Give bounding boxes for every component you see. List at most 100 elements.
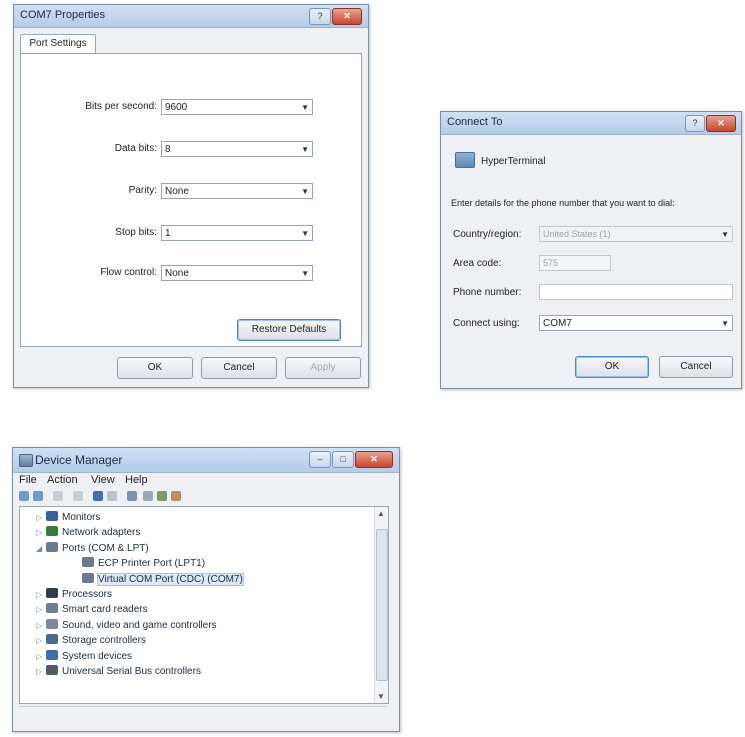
port-icon bbox=[46, 541, 58, 552]
help-button[interactable]: ? bbox=[685, 115, 705, 132]
port-icon bbox=[82, 572, 94, 583]
tree-item-label: Monitors bbox=[62, 512, 101, 523]
tree-item[interactable]: ▷ Universal Serial Bus controllers bbox=[36, 665, 201, 679]
connect-to-titlebar[interactable]: Connect To ? ✕ bbox=[441, 112, 741, 135]
parity-label: Parity: bbox=[128, 185, 157, 196]
usb-icon bbox=[46, 665, 58, 675]
ok-button[interactable]: OK bbox=[575, 356, 649, 378]
expander-icon[interactable]: ▷ bbox=[36, 605, 46, 614]
menu-file[interactable]: File bbox=[19, 474, 37, 486]
toolbar bbox=[19, 489, 389, 503]
enable-icon[interactable] bbox=[157, 491, 167, 501]
system-icon bbox=[46, 649, 58, 660]
monitor-icon bbox=[46, 511, 58, 521]
chevron-down-icon: ▼ bbox=[721, 319, 729, 328]
country-select[interactable]: United States (1) ▼ bbox=[539, 226, 733, 242]
country-label: Country/region: bbox=[453, 229, 522, 240]
tree-item[interactable]: ECP Printer Port (LPT1) bbox=[72, 557, 205, 571]
smart-card-icon bbox=[46, 603, 58, 614]
disable-icon[interactable] bbox=[143, 491, 153, 501]
tab-port-settings[interactable]: Port Settings bbox=[20, 34, 96, 54]
bits-per-second-value: 9600 bbox=[165, 102, 188, 113]
chevron-down-icon: ▼ bbox=[301, 187, 309, 196]
minimize-button[interactable]: – bbox=[309, 451, 331, 468]
tree-item-label: Ports (COM & LPT) bbox=[62, 542, 149, 554]
help-button[interactable]: ? bbox=[309, 8, 331, 25]
expander-icon[interactable]: ▷ bbox=[36, 590, 46, 599]
update-driver-icon[interactable] bbox=[93, 491, 103, 501]
help-icon[interactable] bbox=[73, 491, 83, 501]
data-bits-label: Data bits: bbox=[114, 143, 157, 154]
cancel-button[interactable]: Cancel bbox=[201, 357, 277, 379]
stop-bits-label: Stop bits: bbox=[115, 227, 157, 238]
cancel-button[interactable]: Cancel bbox=[659, 356, 733, 378]
uninstall-icon[interactable] bbox=[107, 491, 117, 501]
expander-icon[interactable]: ◢ bbox=[36, 544, 46, 553]
expander-icon[interactable]: ▷ bbox=[36, 636, 46, 645]
close-button[interactable]: ✕ bbox=[706, 115, 736, 132]
chevron-down-icon: ▼ bbox=[301, 229, 309, 238]
data-bits-select[interactable]: 8 ▼ bbox=[161, 141, 313, 157]
menu-view[interactable]: View bbox=[91, 474, 115, 486]
area-code-label: Area code: bbox=[453, 258, 502, 269]
expander-icon[interactable]: ▷ bbox=[36, 652, 46, 661]
maximize-button[interactable]: □ bbox=[332, 451, 354, 468]
chevron-down-icon: ▼ bbox=[301, 103, 309, 112]
chevron-down-icon: ▼ bbox=[301, 269, 309, 278]
forward-icon[interactable] bbox=[33, 491, 43, 501]
tree-item-selected[interactable]: Virtual COM Port (CDC) (COM7) bbox=[72, 572, 244, 587]
device-manager-titlebar[interactable]: Device Manager – □ ✕ bbox=[13, 448, 399, 473]
tree-item[interactable]: ◢ Ports (COM & LPT) bbox=[36, 541, 149, 556]
tree-item[interactable]: ▷ Smart card readers bbox=[36, 603, 148, 617]
tree-item-label: System devices bbox=[62, 650, 133, 662]
tree-item[interactable]: ▷ Monitors bbox=[36, 511, 100, 525]
close-button[interactable]: ✕ bbox=[355, 451, 393, 468]
expander-icon[interactable]: ▷ bbox=[36, 528, 46, 537]
device-manager-title: Device Manager bbox=[35, 453, 123, 467]
com7-titlebar[interactable]: COM7 Properties ? ✕ bbox=[14, 5, 368, 28]
apply-button[interactable]: Apply bbox=[285, 357, 361, 379]
expander-icon[interactable]: ▷ bbox=[36, 621, 46, 630]
tree-item[interactable]: ▷ System devices bbox=[36, 649, 133, 664]
close-button[interactable]: ✕ bbox=[332, 8, 362, 25]
parity-select[interactable]: None ▼ bbox=[161, 183, 313, 199]
expander-icon[interactable]: ▷ bbox=[36, 513, 46, 522]
menu-help[interactable]: Help bbox=[125, 474, 148, 486]
area-code-value: 575 bbox=[543, 258, 559, 268]
area-code-field[interactable]: 575 bbox=[539, 255, 611, 271]
dial-prompt: Enter details for the phone number that … bbox=[451, 198, 675, 208]
bits-per-second-select[interactable]: 9600 ▼ bbox=[161, 99, 313, 115]
chevron-down-icon: ▼ bbox=[721, 230, 729, 239]
scan-hardware-icon[interactable] bbox=[127, 491, 137, 501]
vertical-scrollbar[interactable]: ▲ ▼ bbox=[374, 507, 388, 703]
device-tree[interactable]: ▷ Monitors ▷ Network adapters ◢ Ports (COM & … bbox=[19, 506, 389, 704]
rollback-icon[interactable] bbox=[171, 491, 181, 501]
tree-item-label: Virtual COM Port (CDC) (COM7) bbox=[97, 572, 244, 586]
tree-item[interactable]: ▷ Storage controllers bbox=[36, 634, 146, 648]
tree-item[interactable]: ▷ Processors bbox=[36, 588, 112, 602]
back-icon[interactable] bbox=[19, 491, 29, 501]
connect-using-value: COM7 bbox=[543, 318, 572, 329]
stop-bits-select[interactable]: 1 ▼ bbox=[161, 225, 313, 241]
tree-item[interactable]: ▷ Sound, video and game controllers bbox=[36, 618, 217, 633]
phone-number-field[interactable] bbox=[539, 284, 733, 300]
properties-icon[interactable] bbox=[53, 491, 63, 501]
connect-to-title: Connect To bbox=[447, 116, 503, 128]
tree-item-label: Sound, video and game controllers bbox=[62, 619, 217, 631]
restore-defaults-button[interactable]: Restore Defaults bbox=[237, 319, 341, 341]
scroll-up-arrow[interactable]: ▲ bbox=[377, 509, 385, 518]
scroll-down-arrow[interactable]: ▼ bbox=[377, 692, 385, 701]
scroll-thumb[interactable] bbox=[376, 529, 388, 681]
flow-control-select[interactable]: None ▼ bbox=[161, 265, 313, 281]
menu-action[interactable]: Action bbox=[47, 474, 78, 486]
tree-item-label: Universal Serial Bus controllers bbox=[62, 666, 201, 677]
ok-button[interactable]: OK bbox=[117, 357, 193, 379]
bits-per-second-label: Bits per second: bbox=[85, 101, 157, 112]
menu-bar: File Action View Help bbox=[19, 474, 389, 488]
tree-item-label: Smart card readers bbox=[62, 604, 148, 616]
expander-icon[interactable]: ▷ bbox=[36, 667, 46, 676]
tree-item[interactable]: ▷ Network adapters bbox=[36, 526, 140, 540]
device-manager-icon bbox=[19, 454, 33, 467]
connect-using-select[interactable]: COM7 ▼ bbox=[539, 315, 733, 331]
port-icon bbox=[82, 557, 94, 568]
